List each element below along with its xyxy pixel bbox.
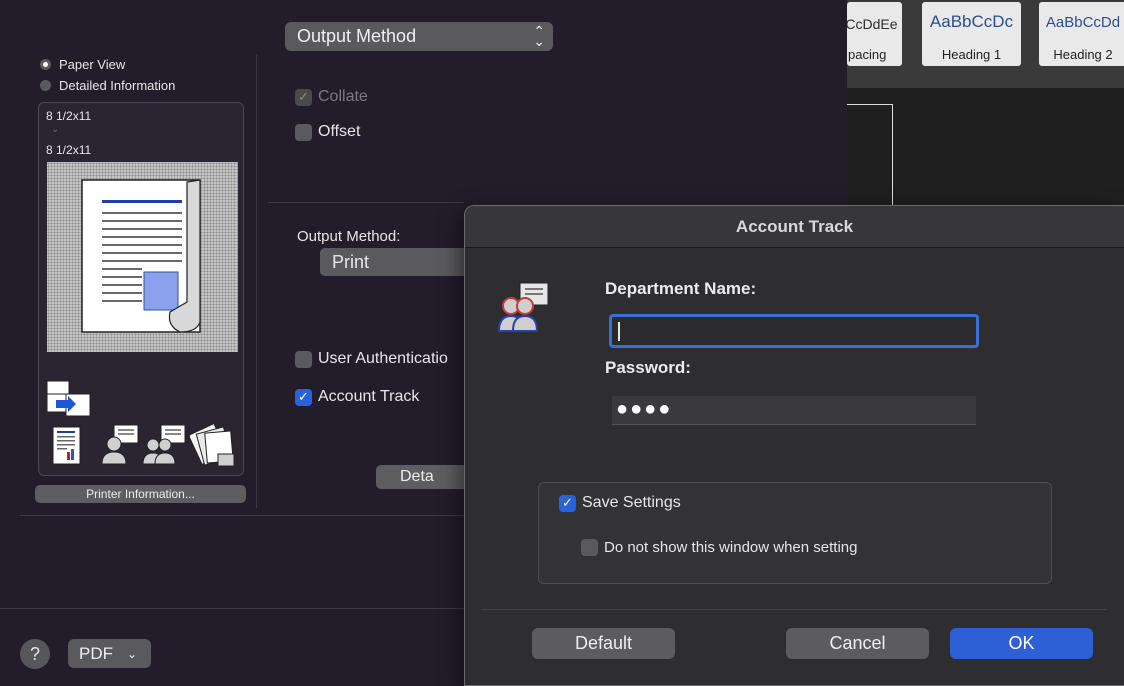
style-name: Heading 1: [941, 47, 1002, 62]
pane-divider: [256, 55, 257, 508]
save-settings-label: Save Settings: [582, 494, 681, 511]
style-sample: AaBbCcDd: [1045, 14, 1121, 31]
ok-button[interactable]: OK: [950, 628, 1093, 659]
up-down-chevron-icon: ⌃ ⌄: [533, 23, 545, 49]
checkbox-box: [295, 350, 312, 368]
dont-show-label: Do not show this window when setting: [604, 539, 858, 556]
style-sample: CcDdEe: [847, 16, 898, 32]
radio-unselected-icon: [40, 80, 51, 91]
chevron-down-icon: ⌄: [51, 124, 60, 135]
default-button[interactable]: Default: [532, 628, 675, 659]
offset-checkbox[interactable]: Offset: [295, 123, 360, 141]
account-track-checkbox[interactable]: ✓ Account Track: [295, 388, 419, 406]
style-card-spacing[interactable]: CcDdEe pacing: [847, 2, 902, 66]
paper-size-from: 8 1/2x11: [46, 109, 92, 123]
text-caret: [618, 322, 620, 341]
details-button[interactable]: Deta: [376, 465, 470, 489]
cancel-button[interactable]: Cancel: [786, 628, 929, 659]
output-method-select-label: Output Method: [297, 26, 417, 46]
password-input[interactable]: ●●●●: [612, 396, 976, 425]
save-settings-checkbox[interactable]: ✓ Save Settings: [559, 494, 681, 512]
detailed-information-option[interactable]: Detailed Information: [40, 78, 175, 93]
section-divider: [20, 515, 464, 516]
style-card-heading-1[interactable]: AaBbCcDc Heading 1: [922, 2, 1021, 66]
collate-checkbox: ✓ Collate: [295, 88, 368, 106]
printer-information-button[interactable]: Printer Information...: [35, 485, 246, 503]
style-ribbon: CcDdEe pacing AaBbCcDc Heading 1 AaBbCcD…: [847, 0, 1124, 88]
output-method-select[interactable]: Output Method ⌃ ⌄: [285, 22, 553, 51]
user-authentication-label: User Authenticatio: [318, 350, 448, 367]
document-page-icon: [81, 179, 201, 333]
style-sample: AaBbCcDc: [929, 12, 1014, 31]
checkmark-icon: ✓: [559, 494, 576, 512]
style-name: Heading 2: [1053, 47, 1113, 62]
account-track-icon: [497, 281, 551, 338]
password-label: Password:: [605, 358, 691, 377]
paper-view-option[interactable]: Paper View: [40, 57, 125, 72]
dont-show-checkbox[interactable]: Do not show this window when setting: [581, 539, 857, 556]
paper-view-label: Paper View: [59, 57, 126, 72]
finishing-icon: [187, 422, 238, 473]
checkbox-box: [295, 123, 312, 141]
account-track-icon: [142, 424, 187, 471]
style-name: pacing: [848, 47, 887, 62]
output-method-dropdown[interactable]: Print: [320, 248, 470, 276]
radio-selected-icon: [40, 59, 51, 70]
settings-group: ✓ Save Settings Do not show this window …: [538, 482, 1052, 584]
detailed-information-label: Detailed Information: [59, 78, 176, 93]
style-card-heading-2[interactable]: AaBbCcDd Heading 2: [1039, 2, 1124, 66]
paper-preview-image: [47, 162, 238, 352]
paper-size-to: 8 1/2x11: [46, 143, 92, 157]
middle-divider: [268, 202, 464, 203]
document-page-edge: [847, 104, 893, 208]
chevron-down-icon: ⌄: [127, 646, 138, 661]
checkmark-icon: ✓: [295, 388, 312, 406]
dialog-divider: [481, 609, 1107, 610]
account-track-label: Account Track: [318, 388, 420, 405]
paper-feed-icon: [46, 380, 92, 423]
pdf-menu-button[interactable]: PDF ⌄: [68, 639, 151, 668]
output-method-label: Output Method:: [297, 228, 401, 245]
collate-label: Collate: [318, 88, 368, 105]
footer-divider: [0, 608, 464, 609]
help-button[interactable]: ?: [20, 639, 50, 669]
booklet-icon: [52, 426, 82, 471]
pdf-label: PDF: [79, 643, 113, 663]
department-name-input[interactable]: [609, 314, 979, 348]
dialog-title: Account Track: [465, 206, 1124, 248]
account-track-dialog: Account Track Department Name: Password:…: [464, 205, 1124, 686]
checkmark-icon: ✓: [295, 88, 312, 106]
user-authentication-checkbox[interactable]: User Authenticatio: [295, 350, 448, 368]
user-authentication-icon: [100, 424, 140, 471]
offset-label: Offset: [318, 123, 361, 140]
department-name-label: Department Name:: [605, 279, 757, 298]
checkbox-box: [581, 539, 598, 556]
